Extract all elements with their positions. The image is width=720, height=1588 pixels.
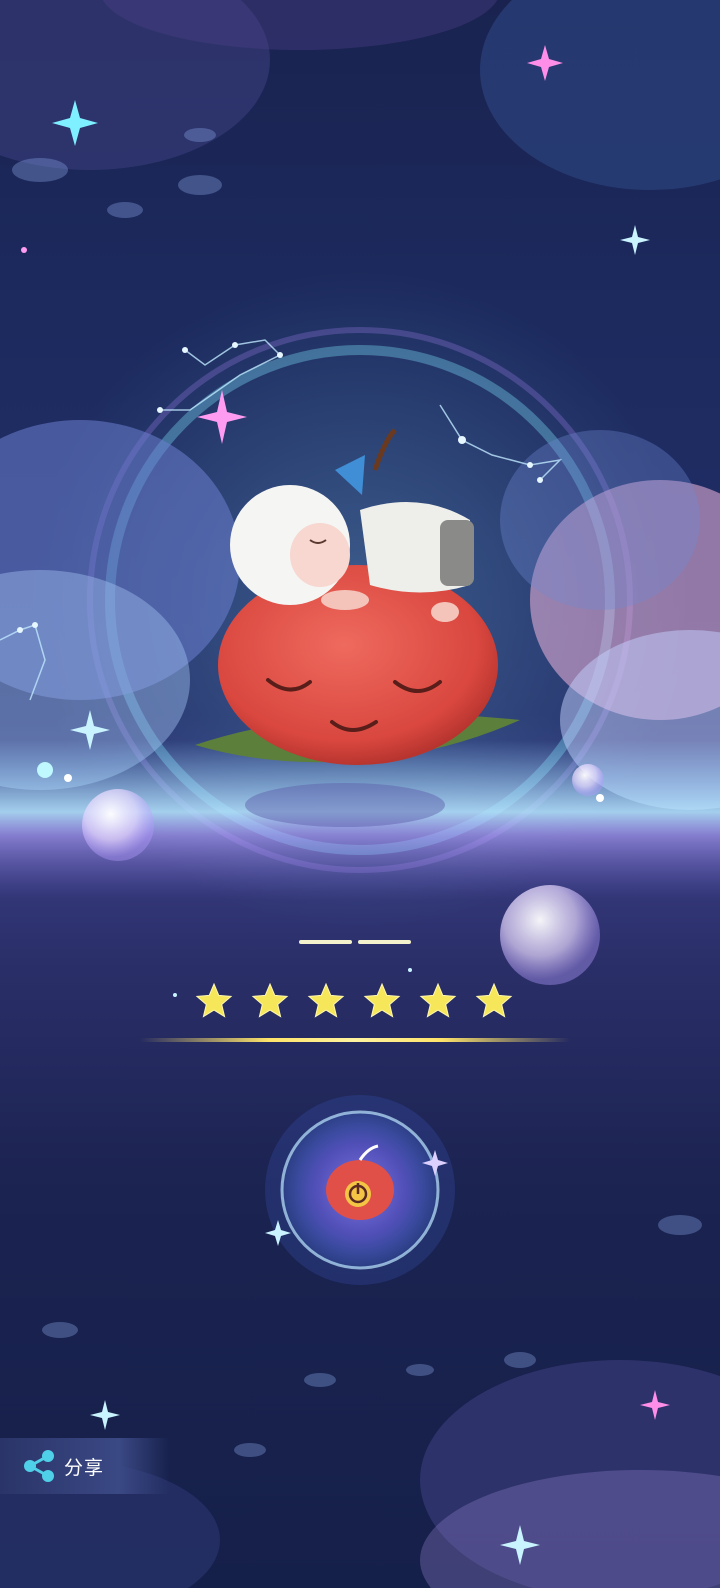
share-button[interactable]: 分享 bbox=[0, 1438, 170, 1494]
collect-orb-button[interactable] bbox=[260, 1090, 460, 1290]
star-icon bbox=[475, 982, 513, 1018]
character-name-placeholder bbox=[299, 940, 411, 944]
star-rating bbox=[195, 982, 513, 1018]
star-icon bbox=[419, 982, 457, 1018]
star-icon bbox=[363, 982, 401, 1018]
share-icon bbox=[24, 1450, 54, 1482]
name-dash bbox=[299, 940, 352, 944]
star-icon bbox=[251, 982, 289, 1018]
apple-shadow bbox=[245, 783, 445, 827]
share-label: 分享 bbox=[64, 1456, 105, 1479]
name-dash bbox=[358, 940, 411, 944]
rating-underline bbox=[140, 1038, 570, 1042]
star-icon bbox=[195, 982, 233, 1018]
character-illustration bbox=[195, 428, 520, 827]
star-icon bbox=[307, 982, 345, 1018]
